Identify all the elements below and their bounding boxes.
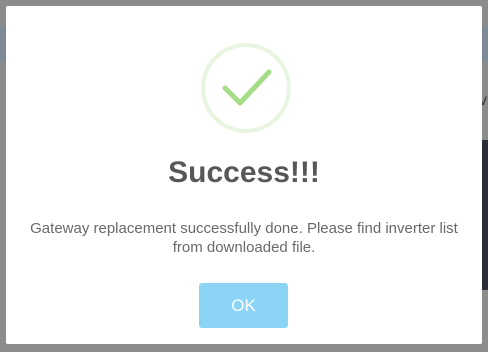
- success-dialog: Success!!! Gateway replacement successfu…: [6, 6, 482, 344]
- check-icon: [222, 69, 272, 106]
- ok-button[interactable]: OK: [199, 283, 288, 328]
- dialog-message: Gateway replacement successfully done. P…: [30, 220, 458, 256]
- dialog-title: Success!!!: [168, 156, 320, 189]
- success-icon-ring: [201, 43, 291, 133]
